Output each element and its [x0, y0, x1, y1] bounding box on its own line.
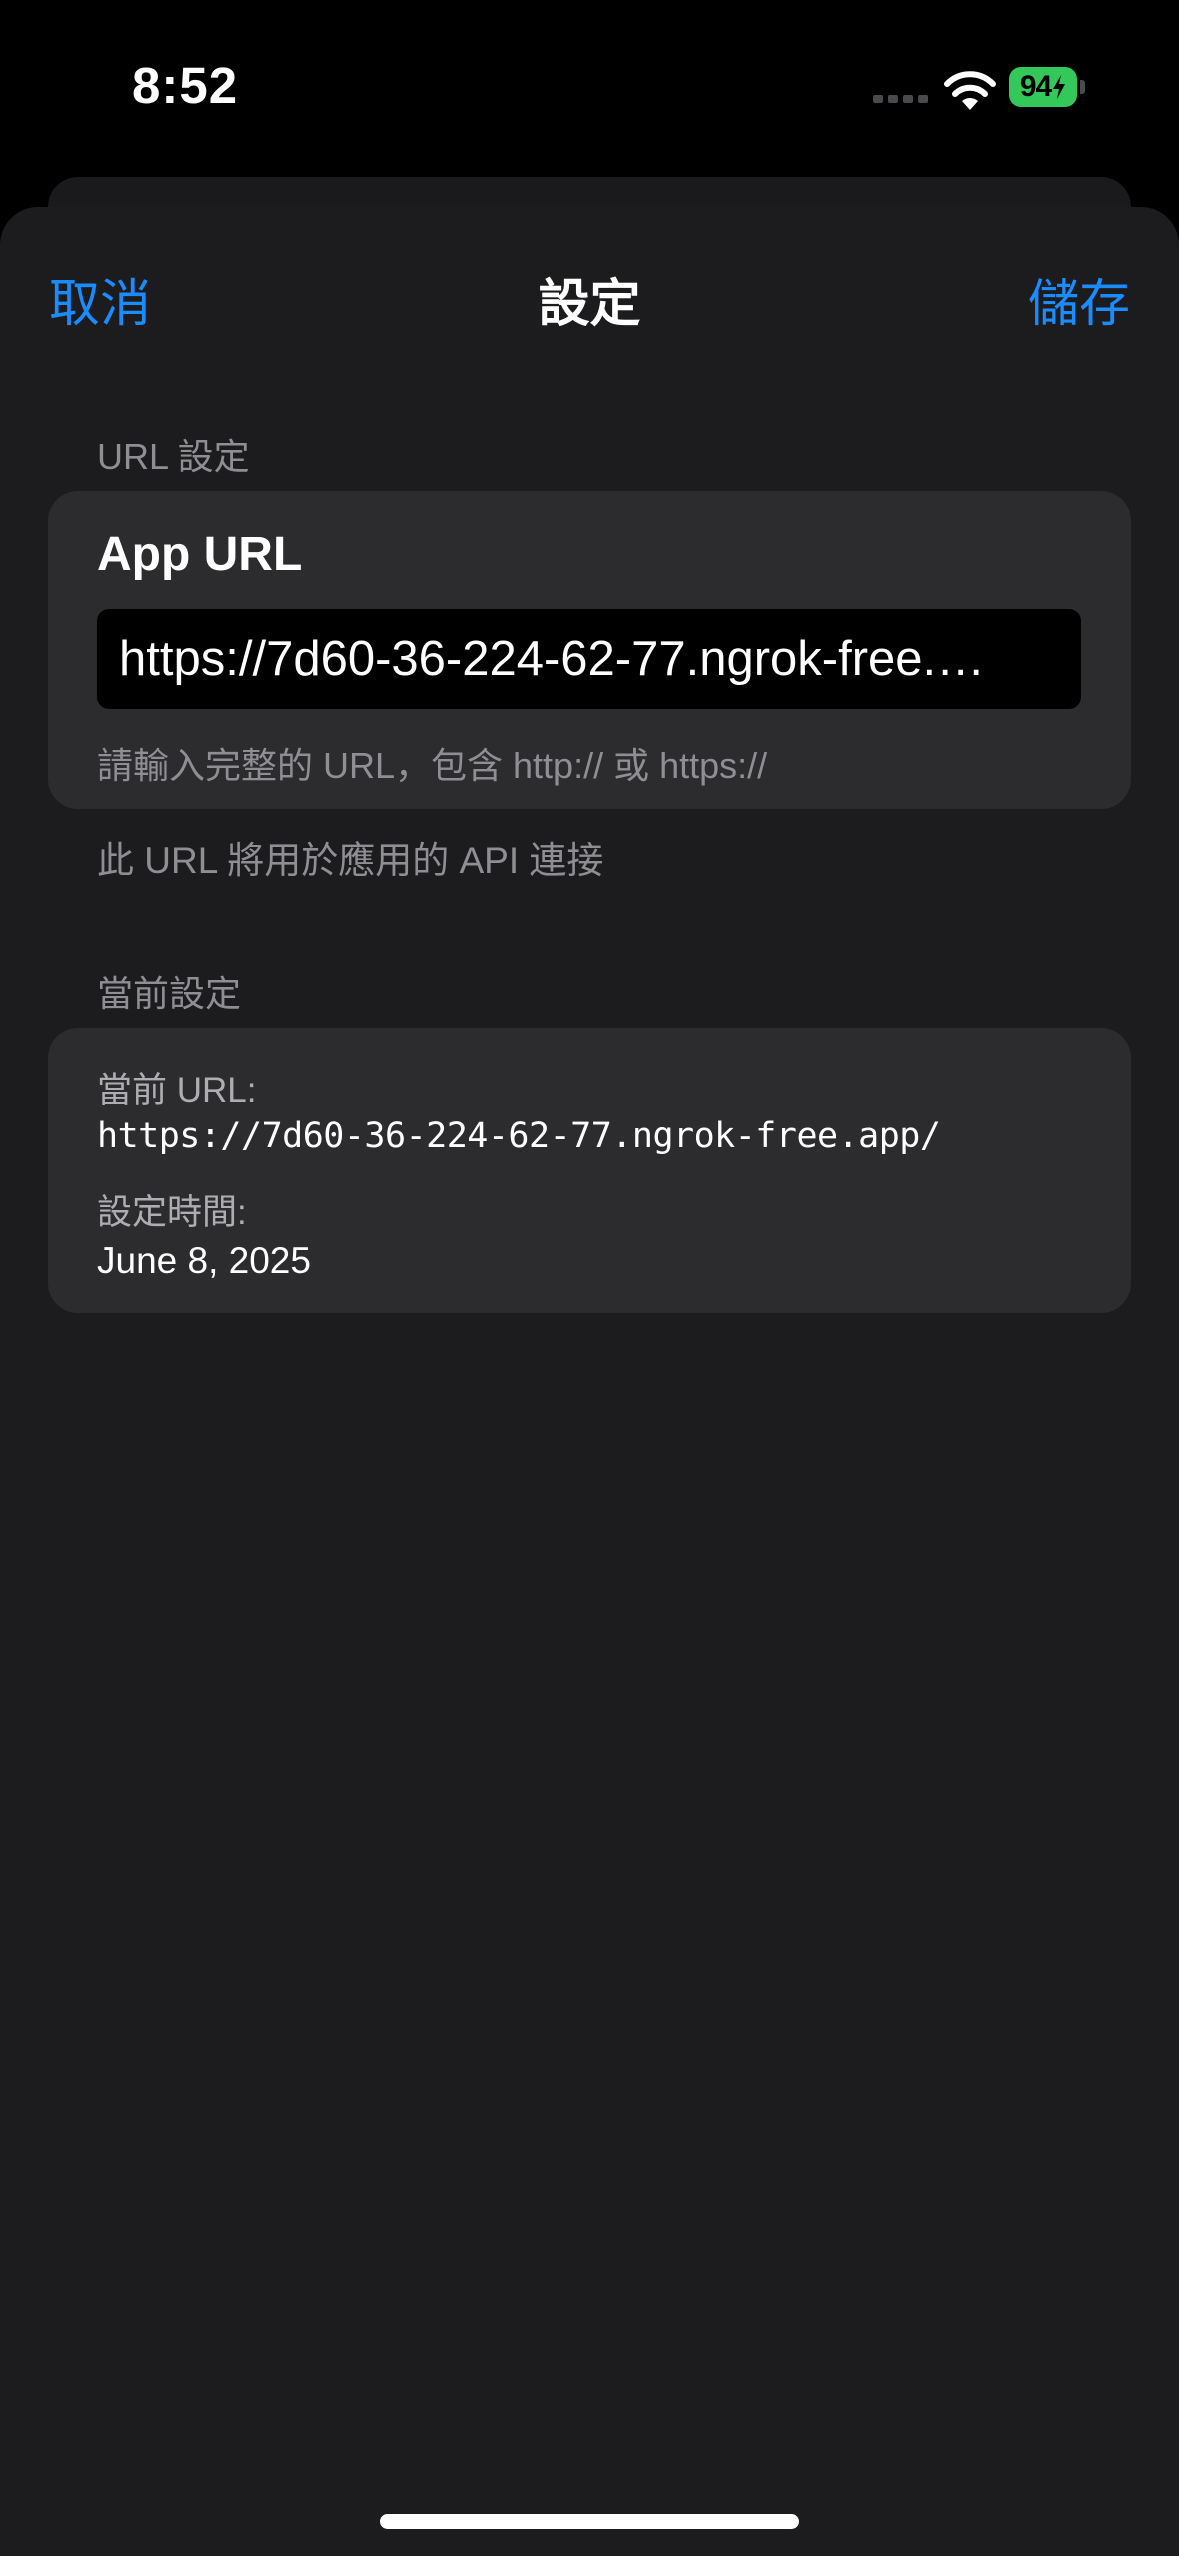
battery-charging-icon: 94	[1009, 67, 1077, 107]
status-time: 8:52	[132, 57, 239, 114]
battery-tip	[1080, 80, 1085, 94]
settings-screen: 8:52 94 設定 取消 儲存 URL 設定 App URL 請輸入完整的 U…	[0, 0, 1179, 2556]
app-url-input[interactable]	[97, 609, 1081, 709]
home-indicator[interactable]	[380, 2514, 799, 2529]
url-settings-card: App URL 請輸入完整的 URL，包含 http:// 或 https://	[48, 491, 1131, 809]
current-url-value: https://7d60-36-224-62-77.ngrok-free.app…	[97, 1116, 941, 1156]
save-button[interactable]: 儲存	[1028, 262, 1130, 336]
cancel-button[interactable]: 取消	[49, 262, 151, 336]
url-section-footer: 此 URL 將用於應用的 API 連接	[97, 840, 604, 881]
url-section-header: URL 設定	[97, 436, 250, 477]
signal-icon	[873, 95, 929, 105]
current-settings-card: 當前 URL: https://7d60-36-224-62-77.ngrok-…	[48, 1028, 1131, 1313]
url-hint: 請輸入完整的 URL，包含 http:// 或 https://	[97, 745, 768, 786]
battery-level: 94	[1019, 70, 1052, 103]
setting-time-value: June 8, 2025	[97, 1240, 311, 1281]
current-url-label: 當前 URL:	[97, 1071, 257, 1110]
app-url-label: App URL	[97, 528, 303, 581]
current-section-header: 當前設定	[97, 973, 242, 1014]
page-title: 設定	[538, 275, 641, 332]
setting-time-label: 設定時間:	[97, 1193, 247, 1232]
wifi-icon	[942, 70, 998, 112]
